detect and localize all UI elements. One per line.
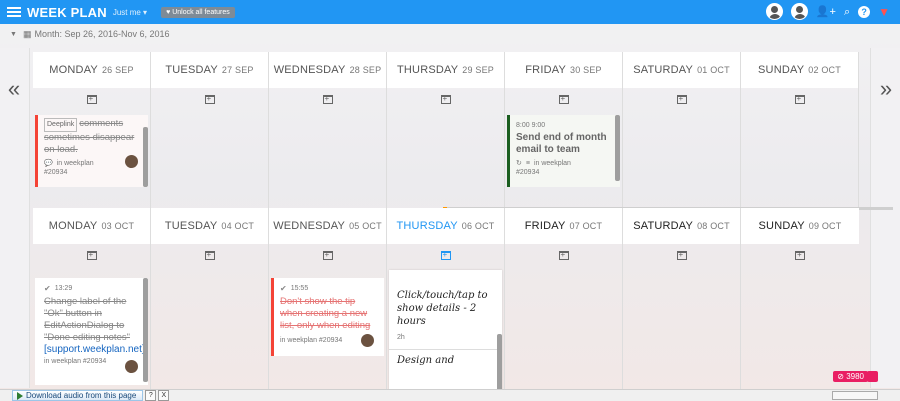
day-column: WEDNESDAY05 OCT ✔15:55 Don't show the ti… (269, 208, 387, 392)
add-task-icon[interactable] (440, 250, 451, 260)
add-user-icon[interactable]: 👤+ (816, 5, 836, 19)
day-column: TUESDAY 04 OCT (151, 208, 269, 392)
add-task-icon[interactable] (322, 94, 333, 104)
day-header: MONDAY 26 SEP (33, 52, 150, 88)
day-header: TUESDAY 04 OCT (151, 208, 268, 244)
scrollbar[interactable] (143, 127, 148, 187)
day-header: FRIDAY 07 OCT (505, 208, 622, 244)
day-column: FRIDAY 07 OCT (505, 208, 623, 392)
add-task-icon[interactable] (86, 94, 97, 104)
browser-toolbar: Download audio from this page ? X (0, 389, 900, 401)
search-icon[interactable]: ⌕ (844, 5, 850, 19)
day-header: SUNDAY 09 OCT (741, 208, 859, 244)
day-column: SUNDAY 02 OCT (741, 52, 859, 208)
check-icon: ✔ (280, 284, 287, 293)
scrollbar[interactable] (143, 278, 148, 382)
day-column: SATURDAY 08 OCT (623, 208, 741, 392)
chevron-down-icon[interactable]: ▼ (10, 31, 17, 38)
avatar (125, 360, 138, 373)
close-button[interactable]: X (158, 390, 170, 401)
help-button[interactable]: ? (145, 390, 157, 401)
scope-selector[interactable]: Just me ▾ (113, 8, 147, 17)
day-column: FRIDAY30 SEP 8:00 9:00 Send end of month… (505, 52, 623, 208)
comment-icon: 💬 (44, 160, 53, 167)
play-icon (17, 391, 23, 400)
day-header: WEDNESDAY 28 SEP (269, 52, 386, 88)
add-task-icon[interactable] (204, 94, 215, 104)
top-app-bar: WEEK PLAN Just me ▾ ♥ Unlock all feature… (0, 0, 900, 24)
menu-icon[interactable] (7, 7, 21, 17)
day-header: THURSDAY 06 OCT (387, 208, 504, 244)
month-bar: ▼ ▦ Month: Sep 26, 2016-Nov 6, 2016 (0, 24, 900, 44)
add-task-icon[interactable] (558, 94, 569, 104)
add-task-icon[interactable] (558, 250, 569, 260)
repeat-icon: ↻ (516, 160, 522, 167)
day-header: TUESDAY 27 SEP (151, 52, 268, 88)
add-task-icon[interactable] (794, 94, 805, 104)
calendar-icon: ▦ (22, 28, 32, 39)
add-task-icon[interactable] (795, 250, 805, 260)
day-column: MONDAY03 OCT ✔13:29 Change label of the … (33, 208, 151, 392)
deeplink-tag: Deeplink (44, 118, 78, 132)
previous-week-arrow-icon[interactable]: « (0, 76, 28, 102)
avatar[interactable] (790, 3, 808, 20)
task-card[interactable]: ✔ 13:29 Change label of the "Ok" button i… (35, 278, 148, 385)
task-card[interactable]: Click/touch/tap to show details - 2 hour… (389, 270, 502, 392)
day-header: SATURDAY 08 OCT (623, 208, 740, 244)
day-column: MONDAY26 SEP Deeplinkcomments sometimes … (33, 52, 151, 208)
check-icon: ✔ (44, 284, 51, 293)
unlock-features-button[interactable]: ♥ Unlock all features (161, 6, 235, 18)
day-header: MONDAY 03 OCT (33, 208, 150, 244)
task-card[interactable]: ✔ 15:55 Don't show the tip when creating … (271, 278, 384, 356)
week-row: MONDAY26 SEP Deeplinkcomments sometimes … (33, 52, 893, 210)
day-column: THURSDAY 29 SEP (387, 52, 505, 208)
add-task-icon[interactable] (676, 250, 687, 260)
filter-icon[interactable]: ▼ (878, 5, 890, 19)
support-link[interactable]: [support.weekplan.net] (44, 344, 145, 355)
day-header: SATURDAY 01 OCT (623, 52, 740, 88)
next-week-arrow-icon[interactable]: » (872, 76, 900, 102)
add-task-icon[interactable] (86, 250, 97, 260)
day-column: TUESDAY 27 SEP (151, 52, 269, 208)
gift-icon[interactable] (867, 371, 878, 382)
day-header: THURSDAY 29 SEP (387, 52, 504, 88)
day-column: WEDNESDAY 28 SEP (269, 52, 387, 208)
add-task-icon[interactable] (676, 94, 687, 104)
download-audio-button[interactable]: Download audio from this page (12, 390, 144, 401)
points-badge[interactable]: ⊘ 3980 (833, 371, 868, 382)
avatar (125, 155, 138, 168)
day-column: THURSDAY06 OCT Click/touch/tap to show d… (387, 208, 505, 392)
toolbar-button[interactable] (832, 391, 878, 400)
avatar (361, 334, 374, 347)
list-icon: ≡ (525, 159, 530, 167)
help-icon[interactable]: ? (858, 5, 871, 18)
day-header: SUNDAY 02 OCT (741, 52, 858, 88)
day-header: WEDNESDAY 05 OCT (269, 208, 386, 244)
app-title: WEEK PLAN (27, 4, 107, 20)
add-task-icon[interactable] (204, 250, 215, 260)
day-column: SUNDAY 09 OCT (741, 208, 859, 392)
avatar[interactable] (765, 3, 783, 20)
task-card[interactable]: 8:00 9:00 Send end of month email to tea… (507, 115, 620, 187)
day-column: SATURDAY 01 OCT (623, 52, 741, 208)
week-grid: MONDAY26 SEP Deeplinkcomments sometimes … (33, 52, 893, 392)
add-task-icon[interactable] (322, 250, 333, 260)
scrollbar[interactable] (497, 334, 502, 392)
add-task-icon[interactable] (440, 94, 451, 104)
week-row: MONDAY03 OCT ✔13:29 Change label of the … (33, 208, 861, 392)
day-header: FRIDAY 30 SEP (505, 52, 622, 88)
scrollbar[interactable] (615, 115, 620, 181)
month-label: Month: Sep 26, 2016-Nov 6, 2016 (34, 29, 170, 39)
task-card[interactable]: Deeplink comments sometimes disappear on … (35, 115, 148, 187)
